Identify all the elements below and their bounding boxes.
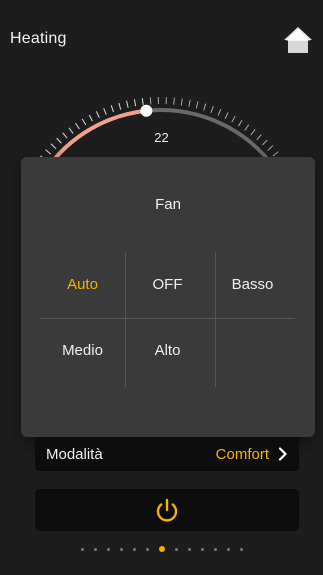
page-dot[interactable]: [200, 547, 204, 551]
dial-tick: [95, 111, 100, 118]
page-dot[interactable]: [132, 547, 136, 551]
page-dot[interactable]: [145, 547, 149, 551]
fan-option-basso[interactable]: Basso: [210, 252, 295, 317]
power-button[interactable]: [35, 489, 299, 531]
page-dot[interactable]: [119, 547, 123, 551]
dial-tick: [110, 105, 114, 113]
dial-knob[interactable]: [140, 104, 153, 117]
home-icon[interactable]: [282, 24, 314, 56]
fan-option-medio[interactable]: Medio: [40, 318, 125, 383]
mode-label: Modalità: [46, 446, 103, 463]
dial-tick: [173, 97, 175, 105]
dial-tick: [133, 99, 137, 107]
dial-tick: [126, 100, 129, 108]
page-dot[interactable]: [226, 547, 230, 551]
page-dot[interactable]: [239, 547, 243, 551]
page-dot[interactable]: [213, 547, 217, 551]
fan-option-auto[interactable]: Auto: [40, 252, 125, 317]
page-dot[interactable]: [93, 547, 97, 551]
dial-tick: [45, 149, 52, 155]
fan-option-off[interactable]: OFF: [125, 252, 210, 317]
mode-selector[interactable]: Modalità Comfort: [35, 437, 299, 471]
page-title: Heating: [10, 30, 67, 47]
dial-tick: [141, 98, 144, 106]
power-icon: [156, 498, 178, 522]
dial-tick: [231, 115, 236, 123]
dial-tick: [81, 118, 87, 126]
dial-tick: [217, 108, 222, 116]
page-indicator: [0, 546, 323, 552]
dial-tick: [267, 145, 274, 151]
dial-tick: [118, 102, 122, 110]
fan-options-grid: Auto OFF Basso Medio Alto: [40, 252, 295, 387]
dial-tick: [224, 112, 229, 119]
fan-option-alto[interactable]: Alto: [125, 318, 210, 383]
setpoint-value: 22: [154, 130, 169, 145]
page-dot-active[interactable]: [158, 546, 165, 552]
heating-screen: Heating 22 Fan Auto OFF Basso Medio Alto…: [0, 0, 323, 575]
page-dot[interactable]: [80, 547, 84, 551]
dial-tick: [75, 122, 80, 130]
dial-tick: [203, 103, 207, 111]
dial-tick: [103, 107, 107, 115]
dial-tick: [88, 114, 93, 122]
fan-modal: Fan Auto OFF Basso Medio Alto: [21, 157, 315, 437]
dial-tick: [210, 106, 214, 113]
modal-title: Fan: [155, 196, 181, 213]
page-dot[interactable]: [187, 547, 191, 551]
mode-value: Comfort: [215, 446, 269, 463]
dial-tick: [188, 99, 191, 107]
dial-tick: [237, 119, 243, 127]
dial-tick: [195, 101, 199, 109]
page-dot[interactable]: [106, 547, 110, 551]
page-dot[interactable]: [174, 547, 178, 551]
dial-tick: [180, 98, 183, 106]
chevron-right-icon: [278, 447, 287, 461]
dial-tick: [272, 151, 279, 157]
